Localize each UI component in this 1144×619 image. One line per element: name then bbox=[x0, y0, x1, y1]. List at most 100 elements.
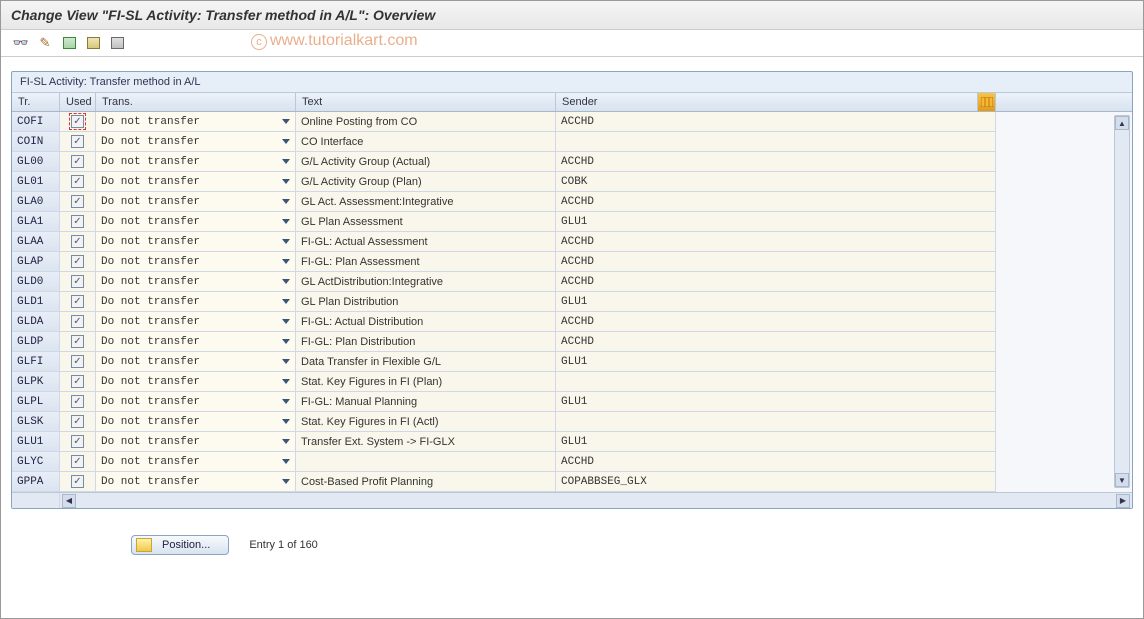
cell-trans-dropdown[interactable]: Do not transfer bbox=[96, 172, 296, 192]
table-row[interactable]: GLU1✓Do not transferTransfer Ext. System… bbox=[12, 432, 1132, 452]
cell-sender[interactable]: ACCHD bbox=[556, 312, 996, 332]
cell-trans-dropdown[interactable]: Do not transfer bbox=[96, 132, 296, 152]
cell-tr[interactable]: GLA1 bbox=[12, 212, 60, 232]
display-toggle-button[interactable]: 👓 bbox=[11, 34, 31, 52]
cell-sender[interactable] bbox=[556, 372, 996, 392]
used-checkbox[interactable]: ✓ bbox=[71, 255, 84, 268]
table-row[interactable]: GL00✓Do not transferG/L Activity Group (… bbox=[12, 152, 1132, 172]
cell-sender[interactable] bbox=[556, 132, 996, 152]
used-checkbox[interactable]: ✓ bbox=[71, 175, 84, 188]
cell-trans-dropdown[interactable]: Do not transfer bbox=[96, 372, 296, 392]
table-settings-button[interactable] bbox=[107, 34, 127, 52]
used-checkbox[interactable]: ✓ bbox=[71, 475, 84, 488]
table-row[interactable]: GLAP✓Do not transferFI-GL: Plan Assessme… bbox=[12, 252, 1132, 272]
cell-trans-dropdown[interactable]: Do not transfer bbox=[96, 312, 296, 332]
edit-button[interactable]: ✎ bbox=[35, 34, 55, 52]
cell-sender[interactable]: GLU1 bbox=[556, 212, 996, 232]
cell-sender[interactable]: COBK bbox=[556, 172, 996, 192]
table-row[interactable]: GLA1✓Do not transferGL Plan AssessmentGL… bbox=[12, 212, 1132, 232]
table-row[interactable]: GLA0✓Do not transferGL Act. Assessment:I… bbox=[12, 192, 1132, 212]
used-checkbox[interactable]: ✓ bbox=[71, 275, 84, 288]
used-checkbox[interactable]: ✓ bbox=[71, 235, 84, 248]
table-row[interactable]: GPPA✓Do not transferCost-Based Profit Pl… bbox=[12, 472, 1132, 492]
cell-trans-dropdown[interactable]: Do not transfer bbox=[96, 332, 296, 352]
cell-sender[interactable]: ACCHD bbox=[556, 152, 996, 172]
cell-tr[interactable]: GLYC bbox=[12, 452, 60, 472]
scroll-right-button[interactable]: ▶ bbox=[1116, 494, 1130, 508]
cell-sender[interactable]: GLU1 bbox=[556, 432, 996, 452]
cell-tr[interactable]: GL01 bbox=[12, 172, 60, 192]
used-checkbox[interactable]: ✓ bbox=[71, 115, 84, 128]
col-header-used[interactable]: Used bbox=[60, 93, 96, 111]
table-row[interactable]: GLSK✓Do not transferStat. Key Figures in… bbox=[12, 412, 1132, 432]
used-checkbox[interactable]: ✓ bbox=[71, 335, 84, 348]
cell-sender[interactable]: GLU1 bbox=[556, 292, 996, 312]
cell-trans-dropdown[interactable]: Do not transfer bbox=[96, 192, 296, 212]
cell-tr[interactable]: GLPK bbox=[12, 372, 60, 392]
deselect-all-button[interactable] bbox=[83, 34, 103, 52]
col-header-trans[interactable]: Trans. bbox=[96, 93, 296, 111]
cell-tr[interactable]: GLU1 bbox=[12, 432, 60, 452]
table-row[interactable]: COIN✓Do not transferCO Interface bbox=[12, 132, 1132, 152]
used-checkbox[interactable]: ✓ bbox=[71, 315, 84, 328]
used-checkbox[interactable]: ✓ bbox=[71, 295, 84, 308]
cell-tr[interactable]: GL00 bbox=[12, 152, 60, 172]
used-checkbox[interactable]: ✓ bbox=[71, 215, 84, 228]
table-row[interactable]: GLPL✓Do not transferFI-GL: Manual Planni… bbox=[12, 392, 1132, 412]
cell-sender[interactable] bbox=[556, 412, 996, 432]
cell-tr[interactable]: GLAA bbox=[12, 232, 60, 252]
cell-sender[interactable]: ACCHD bbox=[556, 232, 996, 252]
table-row[interactable]: COFI✓Do not transferOnline Posting from … bbox=[12, 112, 1132, 132]
cell-sender[interactable]: ACCHD bbox=[556, 332, 996, 352]
cell-trans-dropdown[interactable]: Do not transfer bbox=[96, 112, 296, 132]
cell-tr[interactable]: GLD1 bbox=[12, 292, 60, 312]
cell-trans-dropdown[interactable]: Do not transfer bbox=[96, 432, 296, 452]
cell-sender[interactable]: COPABBSEG_GLX bbox=[556, 472, 996, 492]
used-checkbox[interactable]: ✓ bbox=[71, 135, 84, 148]
scroll-left-button[interactable]: ◀ bbox=[62, 494, 76, 508]
cell-sender[interactable]: GLU1 bbox=[556, 392, 996, 412]
cell-trans-dropdown[interactable]: Do not transfer bbox=[96, 212, 296, 232]
col-header-tr[interactable]: Tr. bbox=[12, 93, 60, 111]
cell-tr[interactable]: COFI bbox=[12, 112, 60, 132]
cell-tr[interactable]: COIN bbox=[12, 132, 60, 152]
used-checkbox[interactable]: ✓ bbox=[71, 155, 84, 168]
cell-trans-dropdown[interactable]: Do not transfer bbox=[96, 232, 296, 252]
cell-tr[interactable]: GLA0 bbox=[12, 192, 60, 212]
cell-sender[interactable]: ACCHD bbox=[556, 452, 996, 472]
cell-trans-dropdown[interactable]: Do not transfer bbox=[96, 292, 296, 312]
table-row[interactable]: GLAA✓Do not transferFI-GL: Actual Assess… bbox=[12, 232, 1132, 252]
cell-sender[interactable]: GLU1 bbox=[556, 352, 996, 372]
configure-columns-button[interactable] bbox=[978, 93, 996, 111]
cell-tr[interactable]: GLAP bbox=[12, 252, 60, 272]
table-row[interactable]: GLD1✓Do not transferGL Plan Distribution… bbox=[12, 292, 1132, 312]
cell-tr[interactable]: GLSK bbox=[12, 412, 60, 432]
cell-sender[interactable]: ACCHD bbox=[556, 272, 996, 292]
cell-trans-dropdown[interactable]: Do not transfer bbox=[96, 252, 296, 272]
cell-sender[interactable]: ACCHD bbox=[556, 252, 996, 272]
cell-tr[interactable]: GLPL bbox=[12, 392, 60, 412]
col-header-sender[interactable]: Sender bbox=[556, 93, 978, 111]
used-checkbox[interactable]: ✓ bbox=[71, 395, 84, 408]
scroll-down-button[interactable]: ▼ bbox=[1115, 473, 1129, 487]
select-all-button[interactable] bbox=[59, 34, 79, 52]
cell-tr[interactable]: GLDP bbox=[12, 332, 60, 352]
cell-trans-dropdown[interactable]: Do not transfer bbox=[96, 352, 296, 372]
cell-sender[interactable]: ACCHD bbox=[556, 192, 996, 212]
table-row[interactable]: GL01✓Do not transferG/L Activity Group (… bbox=[12, 172, 1132, 192]
vertical-scrollbar[interactable]: ▲ ▼ bbox=[1114, 115, 1130, 488]
cell-trans-dropdown[interactable]: Do not transfer bbox=[96, 452, 296, 472]
cell-trans-dropdown[interactable]: Do not transfer bbox=[96, 152, 296, 172]
horizontal-scrollbar[interactable]: ◀ ▶ bbox=[12, 492, 1132, 508]
used-checkbox[interactable]: ✓ bbox=[71, 375, 84, 388]
table-row[interactable]: GLYC✓Do not transferACCHD bbox=[12, 452, 1132, 472]
cell-trans-dropdown[interactable]: Do not transfer bbox=[96, 392, 296, 412]
cell-trans-dropdown[interactable]: Do not transfer bbox=[96, 472, 296, 492]
table-row[interactable]: GLDA✓Do not transferFI-GL: Actual Distri… bbox=[12, 312, 1132, 332]
cell-tr[interactable]: GPPA bbox=[12, 472, 60, 492]
table-row[interactable]: GLPK✓Do not transferStat. Key Figures in… bbox=[12, 372, 1132, 392]
table-row[interactable]: GLFI✓Do not transferData Transfer in Fle… bbox=[12, 352, 1132, 372]
cell-tr[interactable]: GLDA bbox=[12, 312, 60, 332]
position-button[interactable]: Position... bbox=[131, 535, 229, 555]
scroll-up-button[interactable]: ▲ bbox=[1115, 116, 1129, 130]
